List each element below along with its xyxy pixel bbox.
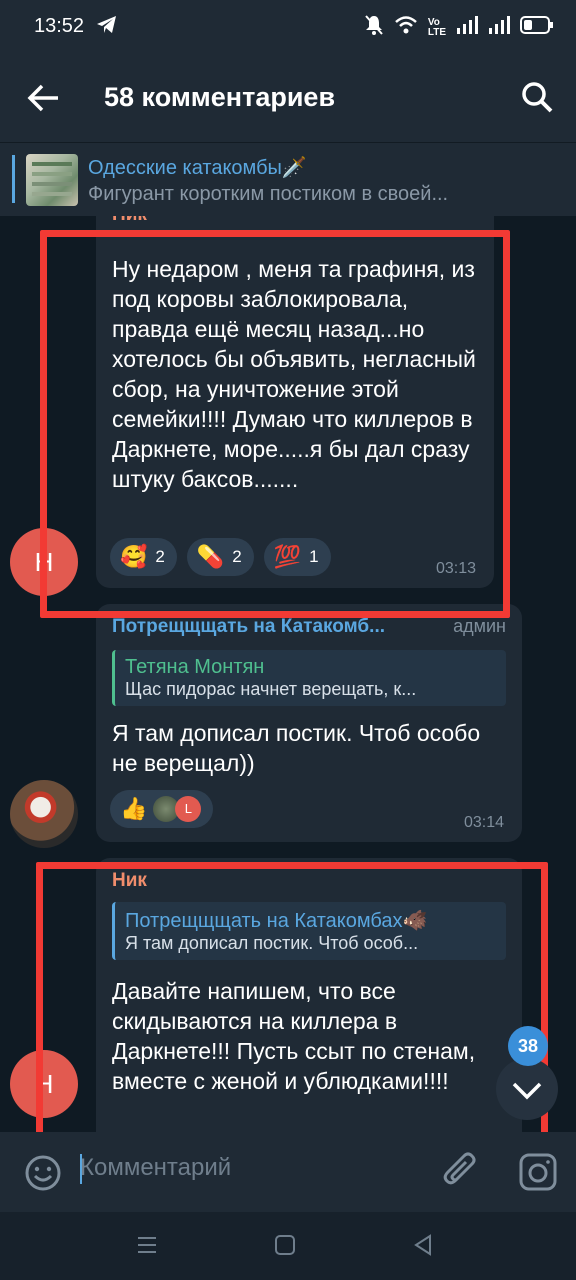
telegram-icon	[96, 15, 118, 40]
avatar[interactable]	[10, 780, 78, 848]
scroll-down-button[interactable]	[496, 1058, 558, 1120]
message-time: 03:14	[463, 814, 504, 831]
battery-icon	[520, 15, 554, 40]
emoji-icon[interactable]	[24, 1154, 62, 1192]
pinned-preview: Фигурант коротким постиком в своей...	[88, 183, 449, 205]
volte-icon: Vo LTE	[427, 16, 446, 38]
message-author: Потрещщщать на Катакомб...	[112, 616, 386, 637]
page-title: 58 комментариев	[104, 82, 336, 112]
search-icon[interactable]	[520, 80, 554, 114]
wifi-icon	[394, 15, 418, 40]
reply-text: Щас пидорас начнет верещать, к...	[125, 679, 417, 699]
post-thumbnail	[26, 154, 78, 206]
message-header: Потрещщщать на Катакомб... админ	[112, 616, 506, 638]
comment-input[interactable]: Комментарий	[80, 1154, 231, 1182]
signal-icon	[456, 15, 478, 40]
reactions: 👍 L	[110, 790, 214, 828]
admin-badge: админ	[453, 616, 506, 636]
reaction-user-avatar: L	[175, 796, 202, 822]
message-text: Я там дописал постик. Чтоб особо не вере…	[112, 720, 481, 776]
back-arrow-icon[interactable]	[26, 82, 62, 114]
chevron-down-icon	[512, 1082, 542, 1100]
menu-icon[interactable]	[136, 1234, 158, 1261]
paperclip-icon[interactable]	[442, 1152, 480, 1192]
camera-icon[interactable]	[518, 1152, 558, 1192]
home-icon[interactable]	[274, 1234, 296, 1261]
status-time: 13:52	[34, 15, 85, 37]
system-nav-bar	[0, 1212, 576, 1280]
chat-area[interactable]: Ник Ну недаром , меня та графиня, из под…	[0, 216, 576, 1132]
reply-author: Тетяна Монтян	[125, 656, 265, 678]
app-bar: 58 комментариев	[0, 52, 576, 142]
back-icon[interactable]	[412, 1234, 434, 1261]
status-bar: 13:52 Vo LTE	[0, 0, 576, 52]
signal-icon	[488, 15, 510, 40]
status-indicators: Vo LTE	[364, 14, 554, 41]
message-author: Ник	[112, 216, 147, 226]
thumbs-up-icon: 👍	[120, 796, 148, 821]
pinned-accent-bar	[12, 155, 15, 203]
comment-input-bar: Комментарий	[0, 1132, 576, 1212]
pinned-channel-name: Одесские катакомбы🗡️	[88, 157, 307, 179]
highlight-box	[40, 230, 510, 618]
message-bubble[interactable]: Потрещщщать на Катакомб... админ Тетяна …	[96, 604, 522, 842]
unread-badge: 38	[508, 1026, 548, 1066]
reaction-chip[interactable]: 👍 L	[110, 790, 214, 828]
mute-icon	[364, 14, 384, 41]
highlight-box	[36, 862, 548, 1132]
pinned-post[interactable]: Одесские катакомбы🗡️ Фигурант коротким п…	[0, 142, 576, 216]
reply-quote[interactable]: Тетяна Монтян Щас пидорас начнет верещат…	[112, 650, 506, 706]
